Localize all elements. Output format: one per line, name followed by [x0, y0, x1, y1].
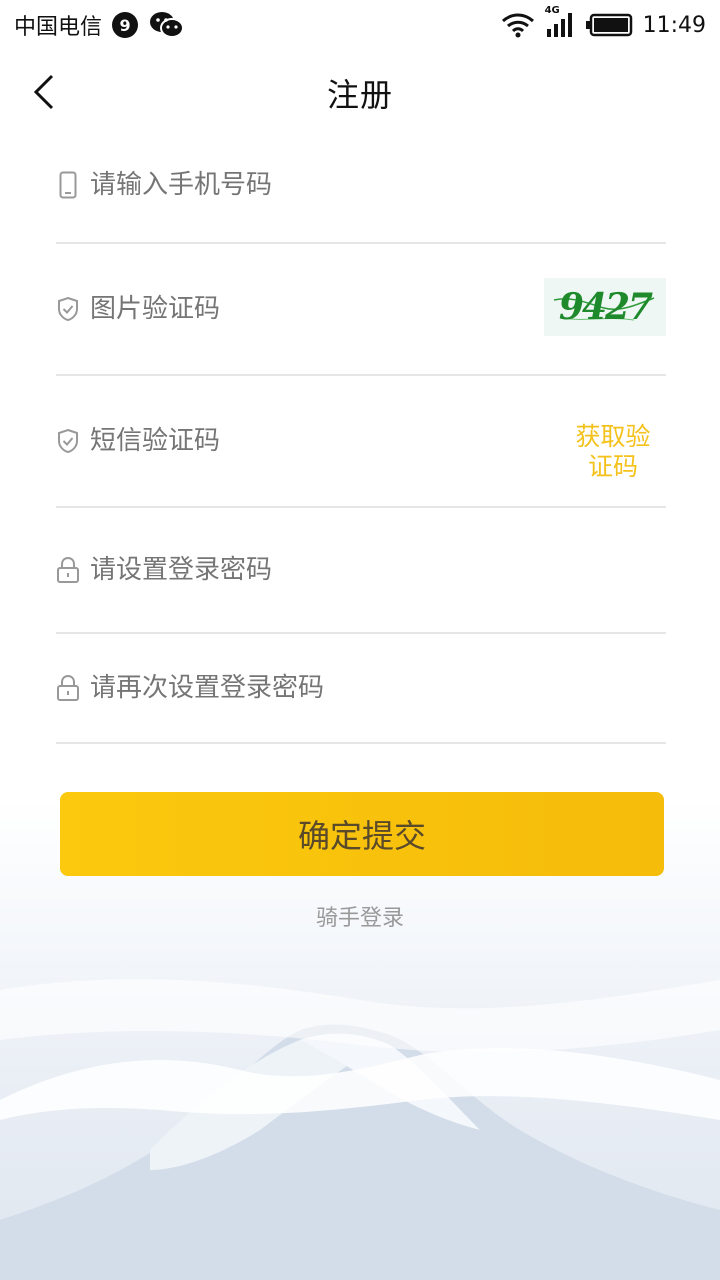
network-type: 4G [544, 5, 560, 16]
lock-icon [56, 556, 80, 584]
captcha-field: 9427 [56, 244, 666, 376]
status-left: 中国电信 9 [14, 9, 185, 41]
header: 注册 [0, 58, 720, 128]
carrier-name: 中国电信 [14, 15, 103, 40]
rider-login-link[interactable]: 骑手登录 [0, 900, 720, 932]
battery-icon [585, 13, 633, 37]
wifi-icon [501, 12, 535, 38]
sms-code-field: 获取验证码 [56, 376, 666, 508]
back-button[interactable] [28, 72, 68, 112]
phone-input[interactable] [90, 128, 666, 242]
register-form: 9427 获取验证码 [56, 128, 666, 744]
shield-check-icon [56, 296, 80, 322]
get-sms-code-button[interactable]: 获取验证码 [570, 422, 656, 482]
wechat-icon [148, 10, 185, 40]
password-field [56, 508, 666, 634]
status-right: 4G 11:49 [501, 5, 706, 39]
captcha-image[interactable]: 9427 [544, 278, 666, 336]
password-input[interactable] [90, 508, 666, 632]
password-confirm-field [56, 634, 666, 744]
phone-icon [56, 171, 80, 199]
notification-badge: 9 [112, 12, 139, 38]
back-arrow-icon [28, 74, 68, 116]
phone-field [56, 128, 666, 244]
shield-check-icon [56, 428, 80, 454]
password-confirm-input[interactable] [90, 634, 666, 742]
submit-button[interactable]: 确定提交 [60, 792, 664, 876]
page-title: 注册 [326, 76, 393, 114]
clock: 11:49 [642, 12, 706, 38]
lock-icon [56, 674, 80, 702]
captcha-code: 9427 [558, 286, 653, 328]
signal-icon: 4G [545, 5, 575, 39]
status-bar: 中国电信 9 4G 11:49 [0, 0, 720, 50]
